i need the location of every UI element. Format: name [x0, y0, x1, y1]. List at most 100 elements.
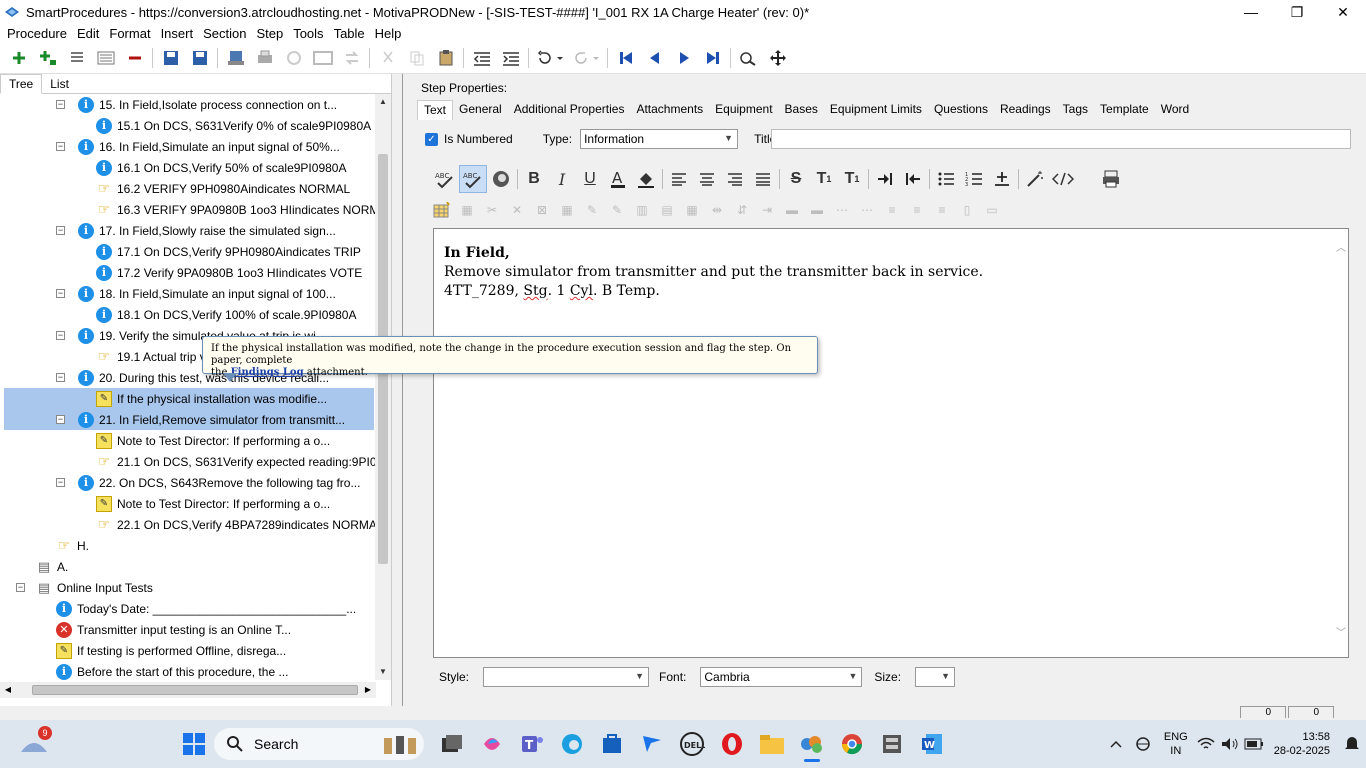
- tree-collapse-icon[interactable]: −: [56, 331, 65, 340]
- widgets-icon[interactable]: 9: [14, 724, 54, 764]
- align-left-icon[interactable]: [665, 165, 693, 193]
- tree-collapse-icon[interactable]: −: [56, 100, 65, 109]
- tree-item[interactable]: i 15.1 On DCS, S631Verify 0% of scale9PI0…: [4, 115, 374, 136]
- menu-insert[interactable]: Insert: [156, 26, 199, 41]
- chevron-down-icon[interactable]: ﹀: [1336, 624, 1346, 639]
- tab-tree[interactable]: Tree: [0, 74, 43, 94]
- tab-word[interactable]: Word: [1155, 100, 1195, 120]
- list-detail-icon[interactable]: [91, 45, 120, 71]
- spellcheck-icon[interactable]: ABC: [431, 165, 459, 193]
- save-icon[interactable]: [185, 45, 214, 71]
- tree-collapse-icon[interactable]: −: [56, 142, 65, 151]
- scroll-up-icon[interactable]: ▲: [375, 94, 391, 110]
- findings-log-link[interactable]: Findings Log: [231, 367, 304, 378]
- battery-icon[interactable]: [1242, 724, 1266, 764]
- copilot-icon[interactable]: [472, 724, 512, 764]
- editor-scrollbar[interactable]: ︿ ﹀: [1336, 239, 1346, 639]
- tab-tags[interactable]: Tags: [1057, 100, 1094, 120]
- tree-collapse-icon[interactable]: −: [56, 289, 65, 298]
- tree-item[interactable]: i 18.1 On DCS,Verify 100% of scale.9PI098…: [4, 304, 374, 325]
- menu-step[interactable]: Step: [251, 26, 288, 41]
- strikethrough-icon[interactable]: S: [782, 165, 810, 193]
- subscript-icon[interactable]: T1: [838, 165, 866, 193]
- menu-procedure[interactable]: Procedure: [2, 26, 72, 41]
- tree-item[interactable]: ✎ If testing is performed Offline, disreg…: [4, 640, 374, 661]
- align-center-icon[interactable]: [693, 165, 721, 193]
- tree-item[interactable]: i Before the start of this procedure, the…: [4, 661, 374, 680]
- menu-help[interactable]: Help: [370, 26, 407, 41]
- tree-vertical-scrollbar[interactable]: ▲ ▼: [375, 94, 391, 680]
- tree-item[interactable]: − i 17. In Field,Slowly raise the simulate…: [4, 220, 374, 241]
- chevron-up-icon[interactable]: [1102, 724, 1130, 764]
- previous-icon[interactable]: [640, 45, 669, 71]
- tree-item[interactable]: i 17.2 Verify 9PA0980B 1oo3 HIindicates V…: [4, 262, 374, 283]
- publish-icon[interactable]: [221, 45, 250, 71]
- tree-collapse-icon[interactable]: −: [56, 478, 65, 487]
- tree-item[interactable]: ✕ Transmitter input testing is an Online …: [4, 619, 374, 640]
- tab-readings[interactable]: Readings: [994, 100, 1057, 120]
- insert-line-icon[interactable]: [988, 165, 1016, 193]
- remote-desktop-icon[interactable]: [632, 724, 672, 764]
- tree-item[interactable]: − i 16. In Field,Simulate an input signal …: [4, 136, 374, 157]
- tab-additional-properties[interactable]: Additional Properties: [508, 100, 631, 120]
- tree-item[interactable]: i Today's Date: _________________________…: [4, 598, 374, 619]
- indent-icon[interactable]: [496, 45, 525, 71]
- decrease-indent-icon[interactable]: [899, 165, 927, 193]
- increase-indent-icon[interactable]: [871, 165, 899, 193]
- tree-item[interactable]: ✎ If the physical installation was modifi…: [4, 388, 374, 409]
- print-preview-icon[interactable]: [1097, 165, 1125, 193]
- move-icon[interactable]: [763, 45, 792, 71]
- tab-text[interactable]: Text: [417, 100, 454, 120]
- menu-edit[interactable]: Edit: [72, 26, 104, 41]
- outdent-icon[interactable]: [467, 45, 496, 71]
- menu-table[interactable]: Table: [329, 26, 370, 41]
- tree-item[interactable]: ✎ Note to Test Director: If performing a …: [4, 430, 374, 451]
- html-code-icon[interactable]: [1049, 165, 1077, 193]
- tab-general[interactable]: General: [453, 100, 508, 120]
- menu-section[interactable]: Section: [198, 26, 251, 41]
- tree-item[interactable]: ☞ 22.1 On DCS,Verify 4BPA7289indicates NO…: [4, 514, 376, 535]
- tree-collapse-icon[interactable]: −: [56, 415, 65, 424]
- auto-spellcheck-icon[interactable]: ABC: [459, 165, 487, 193]
- add-substep-icon[interactable]: [33, 45, 62, 71]
- tree-collapse-icon[interactable]: −: [56, 373, 65, 382]
- scroll-down-icon[interactable]: ▼: [375, 664, 391, 680]
- scroll-left-icon[interactable]: ◀: [0, 682, 16, 698]
- edge-icon[interactable]: [552, 724, 592, 764]
- close-button[interactable]: ✕: [1320, 0, 1366, 24]
- list-icon[interactable]: [62, 45, 91, 71]
- tree-item[interactable]: ▤ A.: [4, 556, 374, 577]
- tab-template[interactable]: Template: [1094, 100, 1155, 120]
- paste-icon[interactable]: [431, 45, 460, 71]
- tree-item[interactable]: ☞ H.: [4, 535, 374, 556]
- fill-color-icon[interactable]: [632, 165, 660, 193]
- next-icon[interactable]: [669, 45, 698, 71]
- save-all-icon[interactable]: [156, 45, 185, 71]
- style-select[interactable]: ▼: [483, 667, 650, 687]
- numbered-list-icon[interactable]: 123: [960, 165, 988, 193]
- undo-icon[interactable]: [532, 45, 568, 71]
- tree-item[interactable]: − i 18. In Field,Simulate an input signal …: [4, 283, 374, 304]
- italic-icon[interactable]: I: [548, 165, 576, 193]
- chevron-up-icon[interactable]: ︿: [1336, 239, 1346, 254]
- tree-item[interactable]: ☞ 16.3 VERIFY 9PA0980B 1oo3 HIindicates N…: [4, 199, 376, 220]
- tab-questions[interactable]: Questions: [928, 100, 994, 120]
- chrome-icon[interactable]: [832, 724, 872, 764]
- language-indicator[interactable]: ENG IN: [1164, 730, 1188, 758]
- server-manager-icon[interactable]: [872, 724, 912, 764]
- teams-icon[interactable]: T: [512, 724, 552, 764]
- remove-icon[interactable]: [120, 45, 149, 71]
- insert-table-icon[interactable]: [431, 200, 453, 220]
- tab-equipment[interactable]: Equipment: [709, 100, 778, 120]
- tab-attachments[interactable]: Attachments: [630, 100, 709, 120]
- magic-wand-icon[interactable]: [1021, 165, 1049, 193]
- bold-icon[interactable]: B: [520, 165, 548, 193]
- justify-icon[interactable]: [749, 165, 777, 193]
- clock[interactable]: 13:58 28-02-2025: [1274, 730, 1330, 758]
- tab-equipment-limits[interactable]: Equipment Limits: [824, 100, 928, 120]
- tree-item[interactable]: ☞ 21.1 On DCS, S631Verify expected readin…: [4, 451, 376, 472]
- maximize-button[interactable]: ❐: [1274, 0, 1320, 24]
- superscript-icon[interactable]: T1: [810, 165, 838, 193]
- print-icon[interactable]: [250, 45, 279, 71]
- network-globe-icon[interactable]: [1130, 724, 1158, 764]
